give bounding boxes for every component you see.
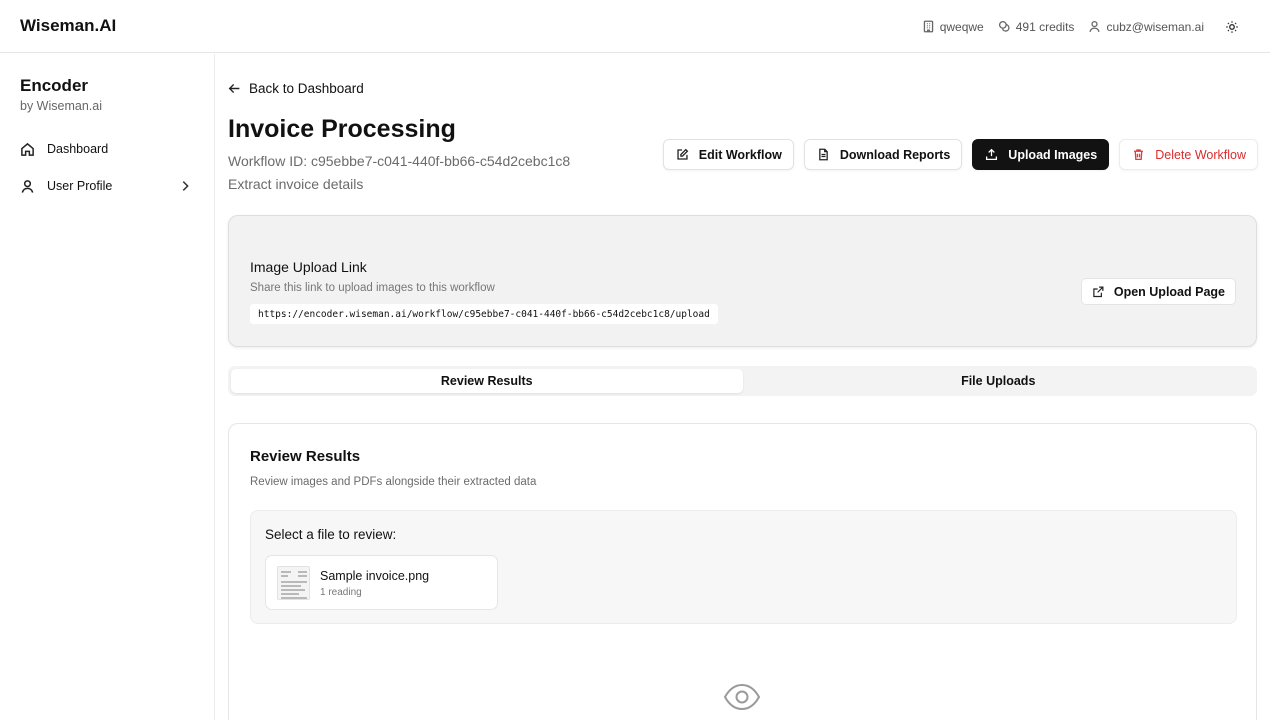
- sidebar: Encoder by Wiseman.ai Dashboard User Pro…: [0, 54, 215, 720]
- edit-workflow-button[interactable]: Edit Workflow: [662, 139, 794, 170]
- top-bar: Wiseman.AI qweqwe 491 credits cubz@wisem…: [0, 0, 1270, 53]
- workflow-description: Extract invoice details: [228, 176, 364, 192]
- workflow-actions: Edit Workflow Download Reports Upload Im…: [662, 139, 1258, 170]
- account-bar: qweqwe 491 credits cubz@wiseman.ai: [922, 0, 1242, 53]
- delete-workflow-button[interactable]: Delete Workflow: [1119, 139, 1258, 170]
- org-switcher[interactable]: qweqwe: [922, 20, 984, 34]
- home-icon: [21, 142, 34, 156]
- button-label: Open Upload Page: [1113, 284, 1225, 299]
- button-label: Delete Workflow: [1155, 147, 1246, 162]
- back-link-label: Back to Dashboard: [249, 81, 364, 96]
- file-readings: 1 reading: [320, 587, 362, 598]
- sidebar-item-label: Dashboard: [47, 142, 109, 156]
- coins-icon: [998, 20, 1010, 32]
- chevron-right-icon: [182, 181, 189, 191]
- open-upload-page-button[interactable]: Open Upload Page: [1080, 278, 1236, 305]
- user-icon: [21, 179, 34, 193]
- building-icon: [923, 20, 933, 33]
- edit-icon: [677, 148, 689, 160]
- file-name: Sample invoice.png: [320, 569, 430, 583]
- file-selector-label: Select a file to review:: [265, 527, 397, 542]
- upload-link-url[interactable]: https://encoder.wiseman.ai/workflow/c95e…: [250, 304, 718, 324]
- app-name: Encoder: [20, 76, 89, 95]
- main-content: Back to Dashboard Invoice Processing Wor…: [228, 54, 1258, 720]
- sidebar-item-user-profile[interactable]: User Profile: [12, 171, 202, 201]
- review-subtitle: Review images and PDFs alongside their e…: [250, 476, 537, 488]
- arrow-left-icon: [228, 83, 240, 94]
- results-tabs: Review Results File Uploads: [228, 366, 1257, 396]
- review-title: Review Results: [250, 448, 361, 465]
- sidebar-item-dashboard[interactable]: Dashboard: [12, 134, 202, 164]
- user-icon: [1089, 20, 1101, 32]
- upload-link-card: Image Upload Link Share this link to upl…: [228, 215, 1257, 347]
- credits-count: 491 credits: [1015, 19, 1075, 34]
- button-label: Edit Workflow: [698, 147, 782, 162]
- external-link-icon: [1093, 286, 1104, 297]
- page-title: Invoice Processing: [228, 115, 456, 143]
- tab-file-uploads[interactable]: File Uploads: [743, 369, 1255, 393]
- theme-toggle-button[interactable]: [1222, 17, 1242, 37]
- user-email: cubz@wiseman.ai: [1106, 19, 1204, 34]
- tab-review-results[interactable]: Review Results: [231, 369, 743, 393]
- download-reports-button[interactable]: Download Reports: [803, 139, 963, 170]
- upload-link-title: Image Upload Link: [250, 259, 367, 275]
- upload-link-subtitle: Share this link to upload images to this…: [250, 282, 495, 294]
- user-menu[interactable]: cubz@wiseman.ai: [1088, 20, 1204, 34]
- upload-images-button[interactable]: Upload Images: [972, 139, 1110, 170]
- file-selector: Select a file to review: Sample invoice.…: [250, 510, 1237, 624]
- org-name: qweqwe: [939, 19, 984, 34]
- file-text-icon: [819, 148, 828, 161]
- sidebar-item-label: User Profile: [47, 179, 113, 193]
- button-label: Download Reports: [839, 147, 951, 162]
- brand-logo[interactable]: Wiseman.AI: [20, 16, 116, 36]
- file-thumbnail: [277, 566, 310, 600]
- button-label: Upload Images: [1008, 147, 1098, 162]
- back-to-dashboard-link[interactable]: Back to Dashboard: [228, 81, 364, 96]
- sun-icon: [1226, 20, 1238, 33]
- upload-icon: [986, 148, 998, 161]
- workflow-id: Workflow ID: c95ebbe7-c041-440f-bb66-c54…: [228, 153, 571, 169]
- file-item[interactable]: Sample invoice.png 1 reading: [265, 555, 498, 610]
- review-results-card: Review Results Review images and PDFs al…: [228, 423, 1257, 720]
- app-subtitle: by Wiseman.ai: [20, 99, 102, 113]
- eye-icon: [723, 682, 761, 712]
- trash-icon: [1134, 149, 1144, 161]
- credits-display[interactable]: 491 credits: [998, 19, 1075, 34]
